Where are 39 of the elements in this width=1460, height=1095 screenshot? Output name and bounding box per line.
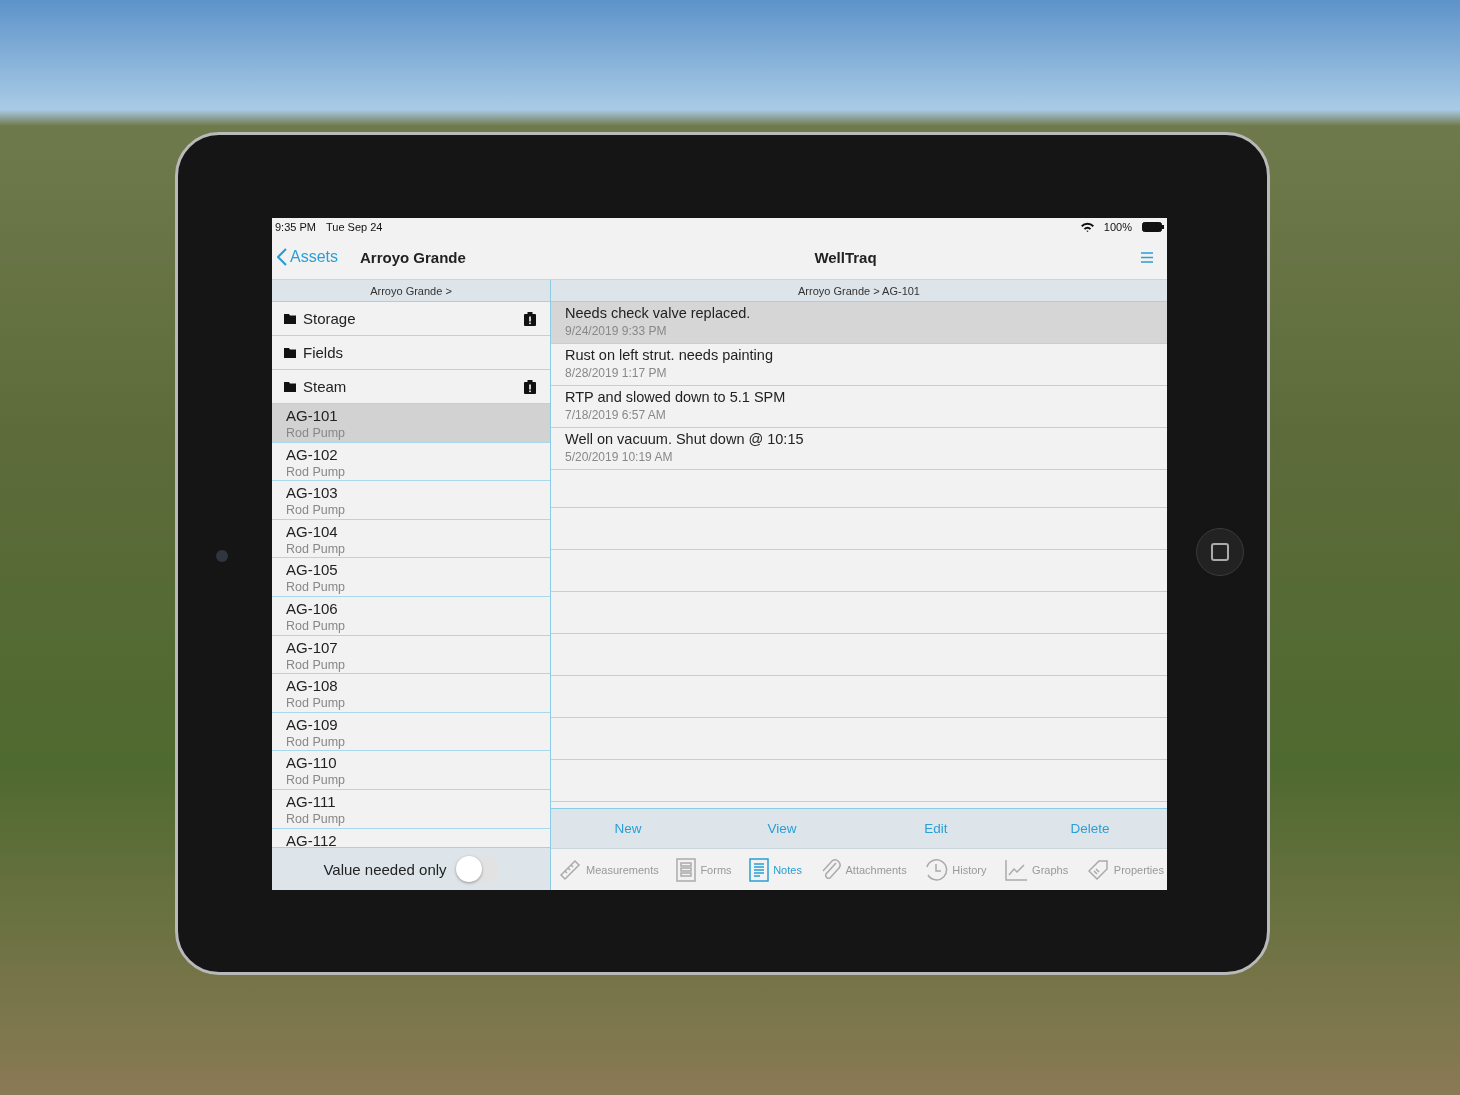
chevron-left-icon (277, 248, 287, 266)
folder-item[interactable]: Storage (272, 302, 550, 336)
asset-item[interactable]: AG-102 Rod Pump (272, 442, 550, 482)
asset-item[interactable]: AG-109 Rod Pump (272, 712, 550, 752)
clock-icon (924, 857, 949, 882)
asset-item[interactable]: AG-104 Rod Pump (272, 519, 550, 559)
status-date: Tue Sep 24 (325, 220, 383, 233)
nav-title: Arroyo Grande (360, 248, 466, 266)
toggle-switch[interactable] (454, 855, 499, 883)
asset-item[interactable]: AG-110 Rod Pump (272, 751, 550, 790)
note-item[interactable]: Needs check valve replaced. 9/24/2019 9:33 PM (551, 302, 1167, 344)
folder-icon (284, 381, 296, 392)
asset-item[interactable]: AG-106 Rod Pump (272, 596, 550, 636)
ruler-icon (558, 857, 582, 882)
asset-item[interactable]: AG-103 Rod Pump (272, 481, 550, 520)
folder-item[interactable]: Fields (272, 336, 550, 370)
breadcrumb: Arroyo Grande > AG-101 (551, 280, 1167, 302)
asset-item[interactable]: AG-101 Rod Pump (272, 404, 550, 443)
asset-item[interactable]: AG-105 Rod Pump (272, 558, 550, 597)
menu-icon[interactable] (1141, 251, 1153, 263)
folder-icon (284, 347, 296, 358)
asset-item[interactable]: AG-111 Rod Pump (272, 789, 550, 829)
folder-icon (284, 313, 296, 324)
breadcrumb: Arroyo Grande > (272, 280, 550, 302)
notes-icon (749, 857, 770, 882)
asset-item[interactable]: AG-107 Rod Pump (272, 635, 550, 675)
app-title: WellTraq (813, 248, 878, 266)
asset-item[interactable]: AG-108 Rod Pump (272, 674, 550, 713)
tag-icon (1085, 857, 1110, 882)
status-time: 9:35 PM (275, 220, 316, 233)
battery-percent: 100% (1103, 220, 1132, 233)
camera-dot (216, 550, 228, 562)
form-icon (676, 857, 697, 882)
line-chart-icon (1004, 857, 1029, 882)
home-button[interactable] (1196, 528, 1244, 576)
filter-label: Value needed only (323, 860, 447, 878)
battery-icon (1142, 221, 1164, 232)
paperclip-icon (819, 857, 842, 882)
wifi-icon (1080, 221, 1094, 232)
